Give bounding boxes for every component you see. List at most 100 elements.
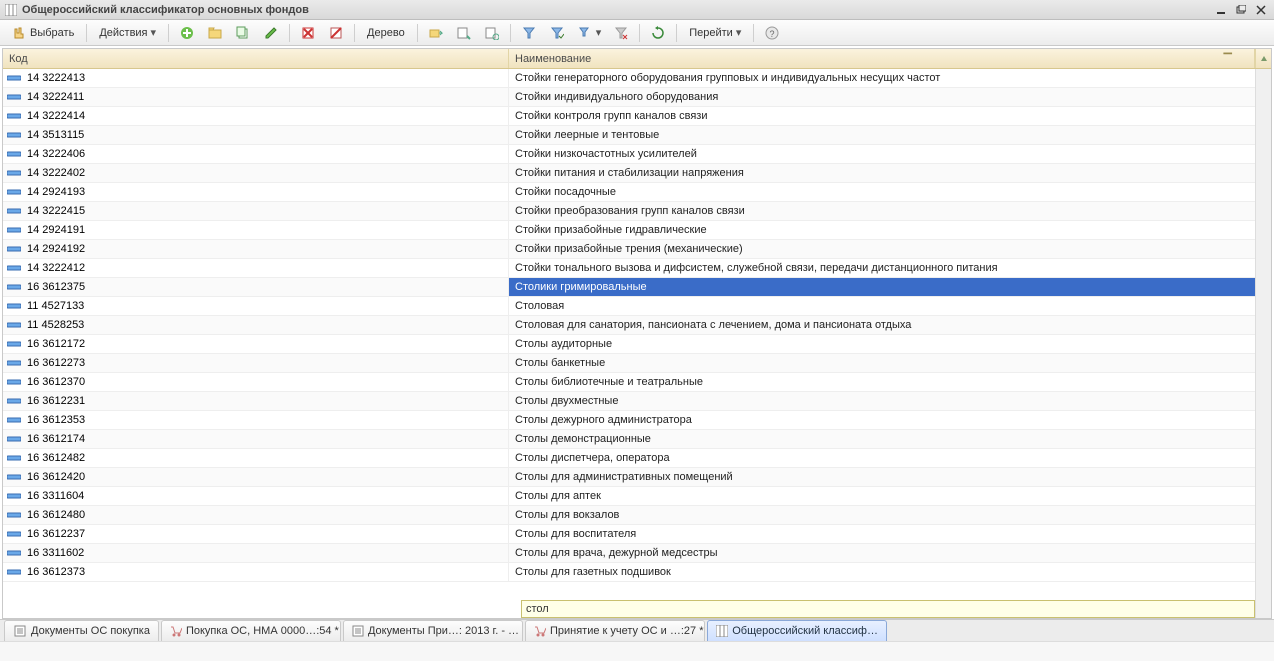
cell-name: Столы для аптек	[509, 487, 1271, 505]
cell-name: Стойки низкочастотных усилителей	[509, 145, 1271, 163]
code-value: 14 3513115	[27, 129, 84, 141]
table-row[interactable]: 16 3612420Столы для административных пом…	[3, 468, 1271, 487]
table-row[interactable]: 14 3222406Стойки низкочастотных усилител…	[3, 145, 1271, 164]
cell-code: 14 3222411	[3, 88, 509, 106]
window-tab[interactable]: Общероссийский классиф…	[707, 620, 887, 641]
table-row[interactable]: 14 2924191Стойки призабойные гидравличес…	[3, 221, 1271, 240]
code-value: 16 3612480	[27, 509, 85, 521]
go-button[interactable]: Перейти ▾	[682, 23, 748, 43]
table-row[interactable]: 14 2924192Стойки призабойные трения (мех…	[3, 240, 1271, 259]
table-row[interactable]: 16 3612370 Столы библиотечные и театральн…	[3, 373, 1271, 392]
name-value: Столы аудиторные	[515, 338, 612, 350]
tab-label: Принятие к учету ОС и …:27 *	[550, 625, 704, 637]
select-button[interactable]: Выбрать	[4, 23, 81, 43]
name-value: Столы банкетные	[515, 357, 605, 369]
app-icon	[4, 3, 18, 17]
name-value: Стойки генераторного оборудования группо…	[515, 72, 940, 84]
filter-by-button[interactable]	[544, 23, 570, 43]
table-row[interactable]: 16 3612480Столы для вокзалов	[3, 506, 1271, 525]
name-value: Столы для аптек	[515, 490, 601, 502]
item-icon	[7, 131, 21, 139]
add-group-button[interactable]	[202, 23, 228, 43]
copy-button[interactable]	[230, 23, 256, 43]
table-row[interactable]: 16 3612273 Столы банкетные	[3, 354, 1271, 373]
table-row[interactable]: 14 3222411Стойки индивидуального оборудо…	[3, 88, 1271, 107]
table-row[interactable]: 14 2924193Стойки посадочные	[3, 183, 1271, 202]
cell-code: 16 3612375	[3, 278, 509, 296]
cell-code: 16 3311602	[3, 544, 509, 562]
window-tab[interactable]: Документы ОС покупка	[4, 620, 159, 641]
cell-code: 16 3612273	[3, 354, 509, 372]
table-row[interactable]: 16 3612375Столики гримировальные	[3, 278, 1271, 297]
table-row[interactable]: 11 4527133Столовая	[3, 297, 1271, 316]
cell-name: Столы диспетчера, оператора	[509, 449, 1271, 467]
refresh-list-button[interactable]	[479, 23, 505, 43]
item-icon	[7, 378, 21, 386]
tree-button[interactable]: Дерево	[360, 23, 412, 43]
search-input[interactable]: стол	[521, 600, 1255, 618]
table-row[interactable]: 14 3222412Стойки тонального вызова и диф…	[3, 259, 1271, 278]
table-row[interactable]: 11 4528253Столовая для санатория, пансио…	[3, 316, 1271, 335]
separator	[86, 24, 87, 42]
tab-icon	[534, 624, 546, 638]
toggle-delete-button[interactable]	[323, 23, 349, 43]
item-icon	[7, 340, 21, 348]
cell-code: 14 3222412	[3, 259, 509, 277]
name-value: Столы дежурного администратора	[515, 414, 692, 426]
table-row[interactable]: 16 3612172 Столы аудиторные	[3, 335, 1271, 354]
table-row[interactable]: 16 3311602Столы для врача, дежурной медс…	[3, 544, 1271, 563]
column-header-code[interactable]: Код	[3, 49, 509, 68]
name-value: Столы библиотечные и театральные	[515, 376, 703, 388]
filter-history-button[interactable]: ▾	[572, 23, 607, 43]
item-icon	[7, 169, 21, 177]
restore-button[interactable]	[1232, 3, 1250, 17]
window-title: Общероссийский классификатор основных фо…	[22, 4, 309, 16]
scroll-up-button[interactable]	[1255, 49, 1271, 68]
cell-name: Столы демонстрационные	[509, 430, 1271, 448]
edit-button[interactable]	[258, 23, 284, 43]
table-row[interactable]: 16 3612373Столы для газетных подшивок	[3, 563, 1271, 582]
cell-code: 14 3222406	[3, 145, 509, 163]
window-tab[interactable]: Принятие к учету ОС и …:27 *	[525, 620, 705, 641]
add-button[interactable]	[174, 23, 200, 43]
filter-clear-button[interactable]	[608, 23, 634, 43]
table-row[interactable]: 16 3311604Столы для аптек	[3, 487, 1271, 506]
find-icon	[456, 25, 472, 41]
table-row[interactable]: 16 3612231Столы двухместные	[3, 392, 1271, 411]
cell-name: Столики гримировальные	[509, 278, 1271, 296]
code-value: 16 3612370	[27, 376, 85, 388]
help-button[interactable]: ?	[759, 23, 785, 43]
table-row[interactable]: 14 3222414Стойки контроля групп каналов …	[3, 107, 1271, 126]
name-value: Столовая для санатория, пансионата с леч…	[515, 319, 911, 331]
table-row[interactable]: 14 3222402Стойки питания и стабилизации …	[3, 164, 1271, 183]
item-icon	[7, 435, 21, 443]
table-row[interactable]: 14 3513115Стойки леерные и тентовые	[3, 126, 1271, 145]
refresh-button[interactable]	[645, 23, 671, 43]
cell-name: Стойки призабойные трения (механические)	[509, 240, 1271, 258]
table-row[interactable]: 16 3612174Столы демонстрационные	[3, 430, 1271, 449]
column-header-name[interactable]: Наименование ▔	[509, 49, 1255, 68]
item-icon	[7, 397, 21, 405]
close-button[interactable]	[1252, 3, 1270, 17]
filter-set-button[interactable]	[516, 23, 542, 43]
cell-code: 16 3612420	[3, 468, 509, 486]
code-value: 16 3612172	[27, 338, 85, 350]
table-row[interactable]: 16 3612237Столы для воспитателя	[3, 525, 1271, 544]
table-row[interactable]: 16 3612482Столы диспетчера, оператора	[3, 449, 1271, 468]
vertical-scrollbar[interactable]	[1255, 69, 1271, 618]
find-button[interactable]	[451, 23, 477, 43]
delete-mark-button[interactable]	[295, 23, 321, 43]
cell-name: Столы для воспитателя	[509, 525, 1271, 543]
separator	[354, 24, 355, 42]
tab-label: Общероссийский классиф…	[732, 625, 878, 637]
window-tab[interactable]: Покупка ОС, НМА 0000…:54 *	[161, 620, 341, 641]
table-row[interactable]: 14 3222415Стойки преобразования групп ка…	[3, 202, 1271, 221]
name-value: Стойки питания и стабилизации напряжения	[515, 167, 744, 179]
minimize-button[interactable]	[1212, 3, 1230, 17]
actions-button[interactable]: Действия ▾	[92, 23, 163, 43]
table-row[interactable]: 14 3222413Стойки генераторного оборудова…	[3, 69, 1271, 88]
window-tab[interactable]: Документы При…: 2013 г. - …	[343, 620, 523, 641]
table-row[interactable]: 16 3612353Столы дежурного администратора	[3, 411, 1271, 430]
tab-icon	[716, 624, 728, 638]
move-button[interactable]	[423, 23, 449, 43]
